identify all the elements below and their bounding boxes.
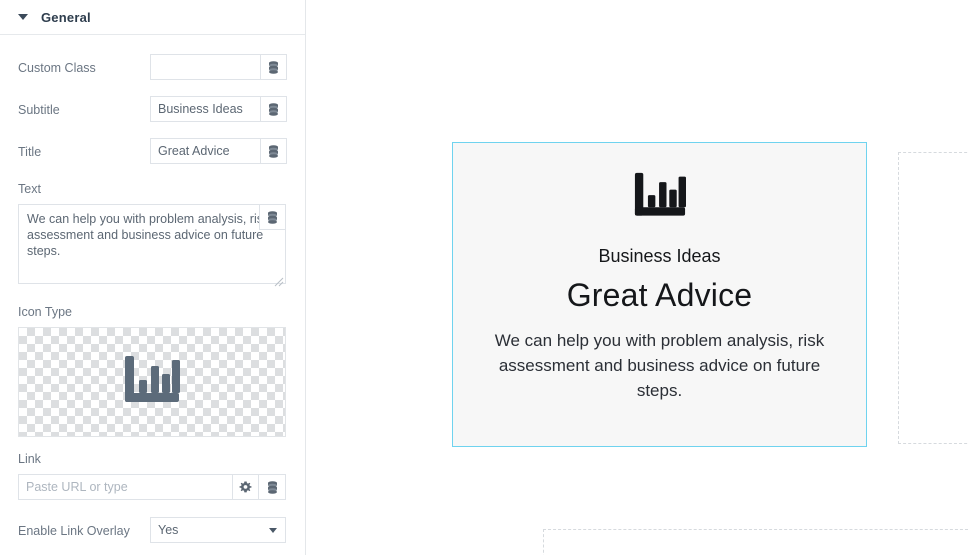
field-label-subtitle: Subtitle xyxy=(18,103,60,117)
subtitle-dynamic-button[interactable] xyxy=(260,96,287,122)
text-textarea[interactable] xyxy=(18,204,286,284)
link-settings-button[interactable] xyxy=(232,474,259,500)
field-label-title: Title xyxy=(18,145,42,159)
field-enable-link-overlay: Enable Link Overlay Yes xyxy=(18,517,287,543)
link-input[interactable] xyxy=(18,474,232,500)
field-label-icon-type: Icon Type xyxy=(18,305,72,319)
link-dynamic-button[interactable] xyxy=(259,474,286,500)
custom-class-dynamic-button[interactable] xyxy=(260,54,287,80)
card-text: We can help you with problem analysis, r… xyxy=(494,331,825,400)
field-icon-type: Icon Type xyxy=(18,305,287,437)
field-link: Link xyxy=(18,452,287,500)
database-icon xyxy=(267,480,277,494)
field-label-custom-class: Custom Class xyxy=(18,61,96,75)
field-custom-class: Custom Class xyxy=(18,54,287,80)
link-input-group xyxy=(18,474,287,500)
field-title: Title xyxy=(18,138,287,164)
field-subtitle: Subtitle xyxy=(18,96,287,122)
text-dynamic-button[interactable] xyxy=(259,204,286,230)
card-subtitle: Business Ideas xyxy=(598,246,721,266)
chevron-down-icon xyxy=(269,528,277,533)
field-label-text: Text xyxy=(18,182,41,196)
placeholder-row-bottom[interactable] xyxy=(543,529,969,555)
field-label-link: Link xyxy=(18,452,41,466)
panel-body: Custom Class Subtitle Business Ideas Tit… xyxy=(0,54,305,543)
settings-panel: General Custom Class Subtitle Business I… xyxy=(0,0,306,555)
text-textarea-wrap xyxy=(18,204,286,289)
bar-chart-icon xyxy=(125,356,180,402)
custom-class-input-group xyxy=(150,54,287,80)
subtitle-input[interactable] xyxy=(150,96,260,122)
enable-link-overlay-value: Yes xyxy=(150,517,286,543)
database-icon xyxy=(268,210,277,224)
title-input[interactable] xyxy=(150,138,260,164)
editor-root: General Custom Class Subtitle Business I… xyxy=(0,0,969,555)
card-icon-wrap xyxy=(631,171,689,228)
panel-section-header-general[interactable]: General xyxy=(0,0,305,35)
field-label-enable-link-overlay: Enable Link Overlay xyxy=(18,524,130,538)
custom-class-input[interactable] xyxy=(150,54,260,80)
panel-section-title: General xyxy=(41,9,91,25)
card-title: Great Advice xyxy=(566,277,753,313)
bar-chart-icon xyxy=(634,172,686,216)
database-icon xyxy=(269,144,278,158)
icon-type-preview[interactable] xyxy=(18,327,286,437)
database-icon xyxy=(269,60,278,74)
enable-link-overlay-select[interactable]: Yes xyxy=(150,517,286,543)
caret-down-icon xyxy=(18,14,28,20)
preview-card[interactable]: Business Ideas Great Advice We can help … xyxy=(452,142,867,447)
database-icon xyxy=(269,102,278,116)
field-text: Text xyxy=(18,182,287,289)
preview-canvas: Business Ideas Great Advice We can help … xyxy=(307,0,969,555)
title-dynamic-button[interactable] xyxy=(260,138,287,164)
title-input-group xyxy=(150,138,287,164)
subtitle-input-group xyxy=(150,96,287,122)
gear-icon xyxy=(239,480,252,492)
placeholder-column-right[interactable] xyxy=(898,152,969,444)
